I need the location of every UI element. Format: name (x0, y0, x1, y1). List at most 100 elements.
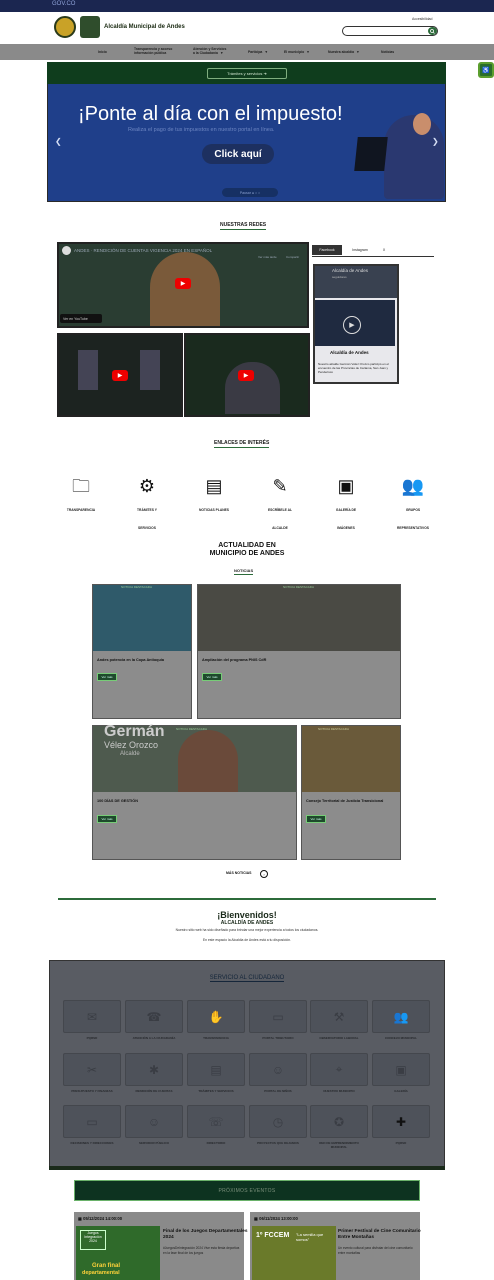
gallery-icon: ▣ (395, 1062, 407, 1077)
service-tile[interactable]: ✱ (125, 1053, 183, 1086)
nav-item-municipio[interactable]: El municipio ▾ (284, 50, 309, 54)
site-title[interactable]: Alcaldía Municipal de Andes (104, 24, 185, 30)
service-tile[interactable]: ☎ (125, 1000, 183, 1033)
search-input[interactable] (342, 26, 438, 36)
service-tile[interactable]: ✂ (63, 1053, 121, 1086)
more-news-link[interactable]: MÁS NOTICIAS (226, 871, 251, 875)
news-image[interactable] (302, 726, 400, 792)
news-title[interactable]: Consejo Territorial de Justicia Transici… (306, 799, 383, 803)
watch-on-youtube-button[interactable]: Ver en YouTube (60, 314, 102, 323)
news-title[interactable]: 100 DÍAS DE GESTIÓN (97, 799, 138, 803)
carousel-next-icon[interactable]: ❯ (432, 137, 439, 146)
news-more-button[interactable]: Ver más (306, 815, 326, 823)
service-tile[interactable]: ▭ (249, 1000, 307, 1033)
main-nav: Inicio Transparencia y acceso informació… (0, 44, 494, 60)
event-image-badge: Juegos Integración 2024 (80, 1230, 106, 1250)
news-image-text: Alcalde (120, 751, 140, 757)
news-tag: NOTICIA DESTACADA (121, 585, 152, 589)
gov-label[interactable]: GOV.CO (52, 1, 75, 7)
event-title[interactable]: Final de los Juegos Departamentales 2024 (163, 1229, 248, 1241)
event-title[interactable]: Primer Festival de Cine Comunitario Entr… (338, 1229, 421, 1241)
gears-icon: ⚙ (138, 476, 156, 496)
kids-icon: ☺ (271, 1062, 285, 1077)
hero-headline: ¡Ponte al día con el impuesto! (78, 103, 343, 125)
link-galeria[interactable]: ▣ GALERÍA DE IMÁGENES (321, 474, 371, 534)
news-person-image (178, 730, 238, 792)
tab-facebook[interactable]: Facebook (312, 245, 342, 255)
service-tile[interactable]: 👥 (372, 1000, 430, 1033)
nav-item-alcaldia[interactable]: Nuestra alcaldía ▾ (328, 50, 359, 54)
service-tile[interactable]: ✋ (187, 1000, 245, 1033)
service-tile[interactable]: ⚒ (310, 1000, 368, 1033)
service-tile[interactable]: ✚ (372, 1105, 430, 1138)
news-more-button[interactable]: Ver más (97, 673, 117, 681)
main-video-title[interactable]: ANDES · RENDICIÓN DE CUENTAS VIGENCIA 20… (74, 248, 244, 253)
municipal-shield-logo[interactable] (80, 16, 100, 38)
service-label: PORTAL DE NIÑOS (264, 1089, 292, 1093)
service-tile[interactable]: ✉ (63, 1000, 121, 1033)
nav-item-atencion[interactable]: Atención y Servicios a la Ciudadanía ▾ (193, 47, 226, 55)
watch-later-button[interactable]: Ver más tarde (258, 255, 277, 259)
news-image[interactable] (93, 585, 191, 651)
nav-item-noticias[interactable]: Noticias (381, 50, 394, 54)
user-icon: ☺ (147, 1114, 161, 1129)
networks-title: NUESTRAS REDES (220, 222, 267, 230)
tab-x[interactable]: X (377, 245, 391, 255)
play-button-icon[interactable]: ▶ (175, 278, 191, 289)
link-noticias[interactable]: ▤ NOTICIAS PLANES (189, 474, 239, 516)
play-button-icon[interactable]: ▶ (112, 370, 128, 381)
nav-item-transparencia[interactable]: Transparencia y acceso información públi… (134, 47, 172, 55)
facebook-post-author[interactable]: Alcaldía de Andes (330, 350, 369, 355)
service-label: SERVIDOR PÚBLICO (139, 1141, 169, 1145)
facebook-post-text: Nuestro alcalde Germán Vélez Orozco part… (318, 362, 389, 374)
event-image-text: "La semilla que somos" (296, 1232, 324, 1242)
tab-instagram[interactable]: Instagram (345, 245, 375, 255)
news-title[interactable]: Andes potencia en la Copa Antioquia (97, 658, 164, 662)
play-circle-icon[interactable]: ▶ (343, 316, 361, 334)
link-escribele[interactable]: ✎ ESCRÍBELE AL ALCALDE (255, 474, 305, 534)
link-tramites[interactable]: ⚙ TRÁMITES Y SERVICIOS (122, 474, 172, 534)
link-transparencia[interactable]: 🗀 TRANSPARENCIA (56, 474, 106, 516)
service-tile[interactable]: ◷ (249, 1105, 307, 1138)
accessibility-link[interactable]: Accesibilidad (412, 17, 432, 21)
news-image[interactable] (198, 585, 400, 651)
link-grupos[interactable]: 👥 GRUPOS REPRESENTATIVOS (388, 474, 438, 534)
service-tile[interactable]: ▭ (63, 1105, 121, 1138)
service-tile[interactable]: ⌖ (310, 1053, 368, 1086)
share-button[interactable]: Compartir (286, 255, 299, 259)
computer-icon: ▭ (86, 1114, 98, 1129)
play-button-icon[interactable]: ▶ (238, 370, 254, 381)
service-tile[interactable]: ▣ (372, 1053, 430, 1086)
directory-icon: ☏ (208, 1114, 224, 1129)
hero-cta-button[interactable]: Click aquí (202, 144, 274, 164)
arrow-right-icon[interactable]: › (260, 870, 268, 878)
nav-item-participa[interactable]: Participa ▾ (248, 50, 267, 54)
news-subtitle: NOTICIAS (234, 568, 254, 575)
citizen-icon: ☎ (146, 1009, 162, 1024)
service-label: RED DE EMPRENDIMIENTO MUNICIPAL (319, 1141, 359, 1149)
search-button[interactable] (428, 27, 437, 35)
accessibility-widget-icon[interactable]: ♿ (478, 62, 494, 78)
news-more-button[interactable]: Ver más (97, 815, 117, 823)
welcome-text: Nuestro sitio web ha sido diseñado para … (175, 928, 319, 932)
links-title: ENLACES DE INTERÉS (214, 440, 270, 448)
service-label: PROYECTOS QUE DEJAMOS (257, 1141, 299, 1145)
service-tile[interactable]: ☺ (249, 1053, 307, 1086)
service-tile[interactable]: ▤ (187, 1053, 245, 1086)
nav-item-inicio[interactable]: Inicio (98, 50, 107, 54)
service-label: NUESTRO MUNICIPIO (323, 1089, 355, 1093)
tramites-button[interactable]: Trámites y servicios ➜ (207, 68, 287, 79)
coat-of-arms-logo[interactable] (54, 16, 76, 38)
news-more-button[interactable]: Ver más (202, 673, 222, 681)
carousel-pager[interactable]: Pausar ● ○ ○ (222, 188, 278, 197)
facebook-page-name[interactable]: Alcaldía de Andes (332, 268, 368, 273)
news-icon: ▤ (205, 476, 223, 496)
idea-icon: ✱ (148, 1062, 160, 1077)
channel-avatar (62, 246, 71, 255)
service-tile[interactable]: ☺ (125, 1105, 183, 1138)
news-title[interactable]: Ampliación del programa PNIS CdR (202, 658, 266, 662)
carousel-prev-icon[interactable]: ❮ (55, 137, 62, 146)
service-tile[interactable]: ☏ (187, 1105, 245, 1138)
services-bottom-bar (49, 1166, 445, 1170)
service-tile[interactable]: ✪ (310, 1105, 368, 1138)
